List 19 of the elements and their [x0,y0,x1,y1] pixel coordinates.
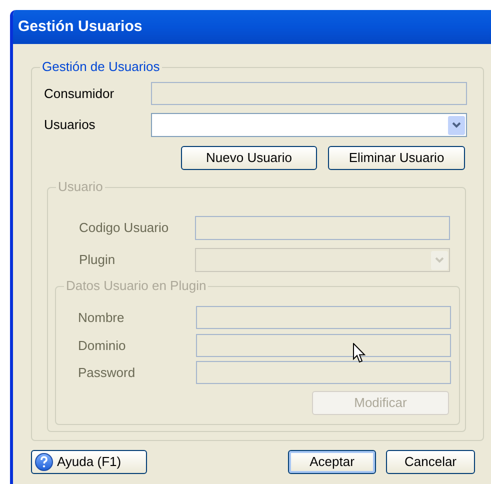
button[interactable]: Ayuda (F1) [31,450,147,474]
field-label: Dominio [78,336,127,355]
button[interactable]: Eliminar Usuario [328,146,465,170]
field-label: Plugin [79,251,116,270]
button[interactable]: Cancelar [386,450,475,474]
field-label: Consumidor [44,84,116,103]
button[interactable]: Nuevo Usuario [181,146,317,170]
field-label: Password [78,364,136,382]
group-legend: Gestión de Usuarios [40,59,162,75]
cursor-icon [353,343,366,364]
group-legend: Datos Usuario en Plugin [64,278,208,294]
field-label: Nombre [78,308,126,327]
field-label: Usuarios [44,116,96,134]
button[interactable]: Aceptar [288,450,376,474]
field-label: Codigo Usuario [79,219,170,238]
help-icon [35,453,53,471]
window-title: Gestión Usuarios [18,16,142,37]
dropdown-field[interactable] [151,113,467,137]
group-legend: Usuario [56,179,105,195]
